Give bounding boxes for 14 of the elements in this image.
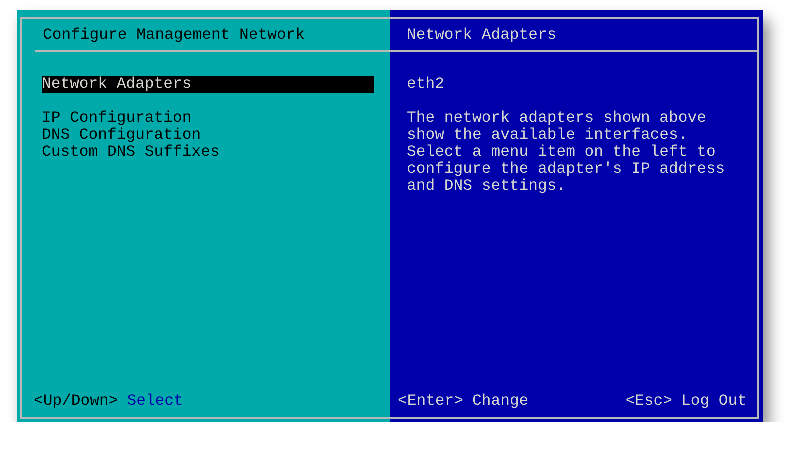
adapter-name: eth2 — [407, 76, 446, 93]
description-text: The network adapters shown above show the available interfaces. Select a menu item on the left to configure the adapter's IP address and DNS settings. — [407, 110, 726, 195]
key-action: Change — [472, 393, 529, 410]
menu-item[interactable]: Custom DNS Suffixes — [42, 144, 374, 161]
menu-item[interactable]: Network Adapters — [42, 76, 374, 93]
menu-item[interactable]: IP Configuration — [42, 110, 374, 127]
key-hint: <Up/Down> — [34, 393, 118, 410]
key-hint: <Enter> — [398, 393, 464, 410]
panel-title: Configure Management Network — [35, 19, 390, 52]
key-hint: <Esc> — [626, 393, 672, 410]
panel-title: Network Adapters — [390, 19, 757, 52]
menu-item[interactable]: DNS Configuration — [42, 127, 374, 144]
key-action: Select — [127, 393, 184, 410]
key-action: Log Out — [681, 393, 747, 410]
